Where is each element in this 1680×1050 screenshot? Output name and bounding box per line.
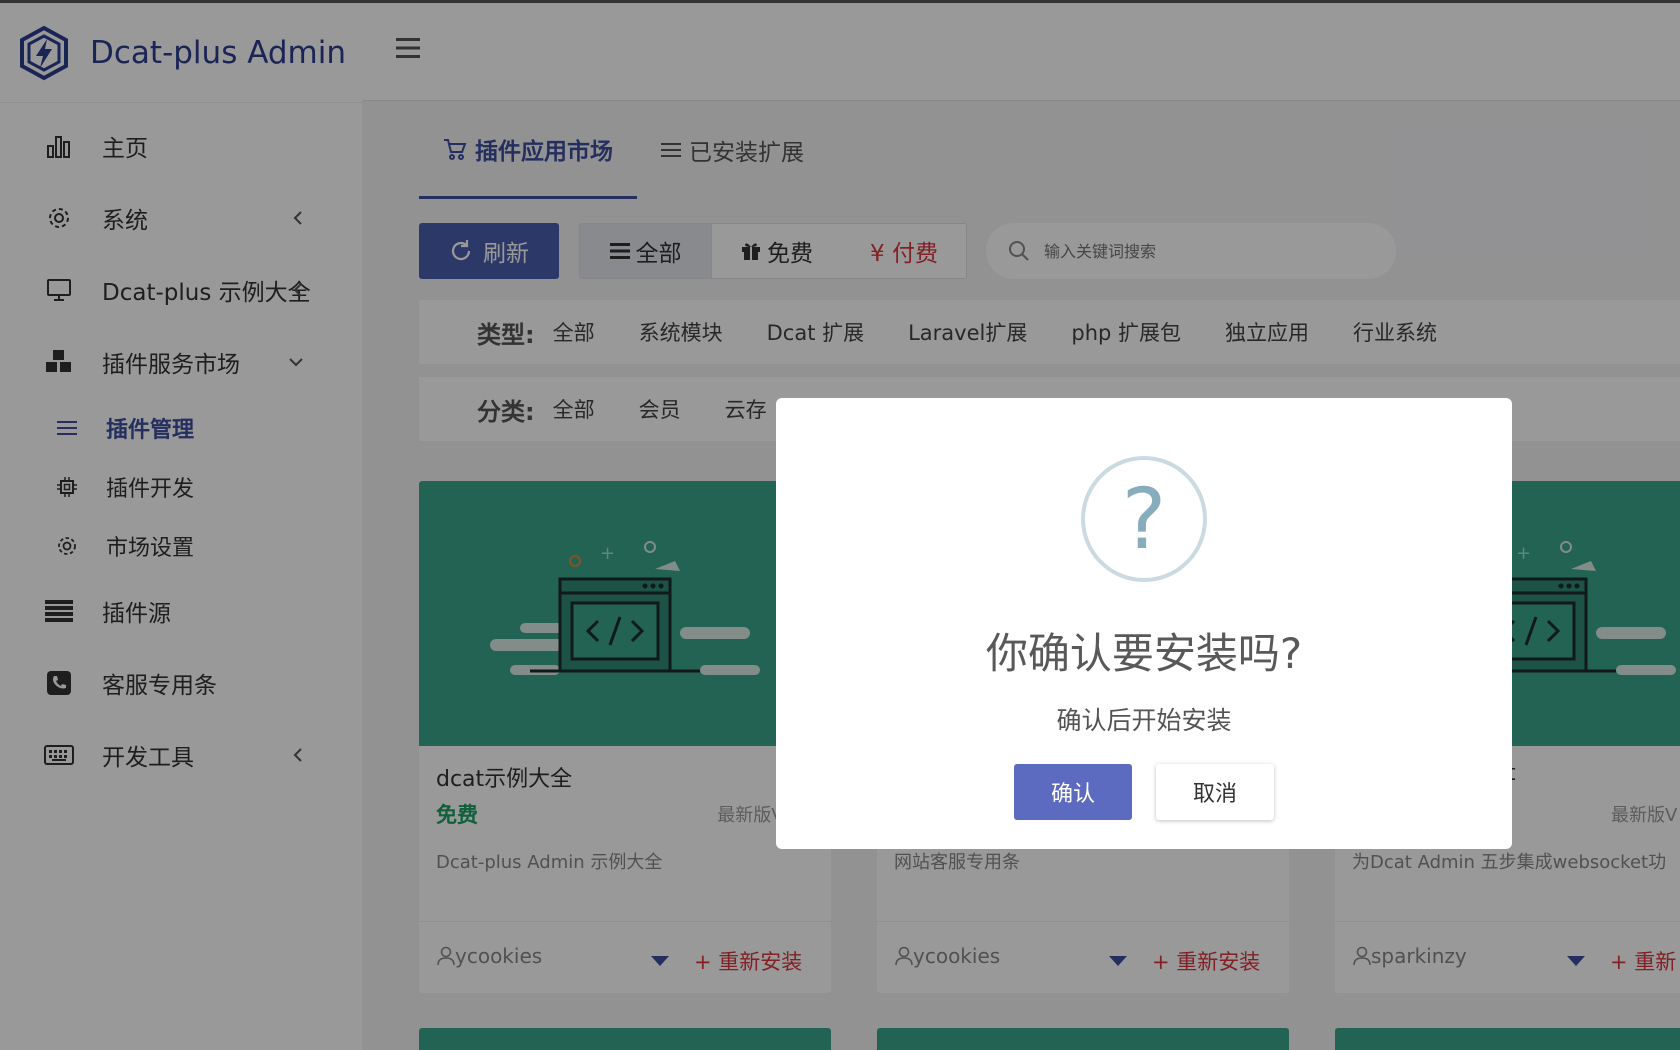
dialog-message: 确认后开始安装 [1056, 706, 1232, 735]
question-icon: ? [1081, 456, 1207, 582]
confirm-dialog: ? 你确认要安装吗? 确认后开始安装 确认 取消 [776, 398, 1512, 849]
confirm-button[interactable]: 确认 [1014, 764, 1132, 820]
dialog-title: 你确认要安装吗? [985, 629, 1303, 678]
cancel-button[interactable]: 取消 [1156, 764, 1274, 820]
app-root: Dcat-plus Admin 主页 系统 Dcat-plus 示例大全 插件服… [0, 0, 1680, 1050]
